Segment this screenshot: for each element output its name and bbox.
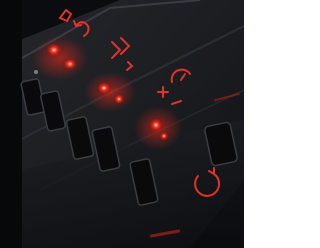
indicator-light xyxy=(148,117,164,133)
status-dot xyxy=(34,70,38,74)
indicator-glow xyxy=(32,36,88,80)
indicator-light xyxy=(62,57,78,71)
indicator-light xyxy=(159,131,169,141)
dashboard-photo xyxy=(0,0,244,248)
indicator-light xyxy=(45,42,63,58)
left-shadow xyxy=(0,0,22,248)
indicator-light xyxy=(96,81,112,95)
indicator-light xyxy=(113,93,125,105)
